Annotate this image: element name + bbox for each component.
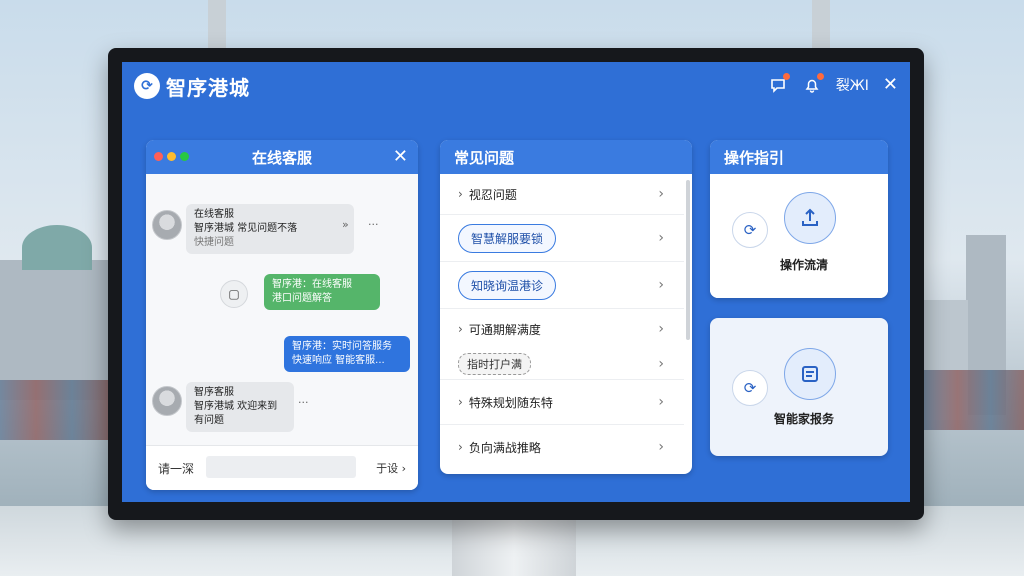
faq-list: › 视忍问题 › 智慧解服要锁 › 知晓询温港诊 › › 可通期解满度 › 指时… bbox=[440, 174, 684, 469]
faq-item[interactable]: › 特殊规划随东特 › bbox=[440, 380, 684, 425]
message-line: 有问题 bbox=[194, 415, 224, 426]
report-panel[interactable]: ⟳ 智能家报务 bbox=[710, 318, 888, 456]
notification-dot bbox=[782, 72, 790, 80]
chevron-right-icon: › bbox=[658, 439, 664, 455]
refresh-chat-icon: ⟳ bbox=[732, 212, 768, 248]
faq-item-label: 视忍问题 bbox=[468, 187, 517, 202]
guide-panel: 操作指引 ⟳ 操作流清 bbox=[710, 140, 888, 298]
chevron-right-icon: › bbox=[658, 394, 664, 410]
more-icon[interactable]: ··· bbox=[298, 396, 309, 409]
message-line: 港口问题解答 bbox=[272, 293, 332, 304]
chat-bubble-agent: 智序客服 智序港城 欢迎来到 有问题 bbox=[186, 382, 294, 432]
bell-icon[interactable] bbox=[802, 72, 824, 95]
faq-title: 常见问题 bbox=[454, 148, 515, 167]
message-line: 快捷问题 bbox=[194, 237, 234, 248]
chevron-right-icon: › bbox=[658, 277, 664, 293]
chat-input[interactable] bbox=[206, 456, 356, 478]
titlebar-actions: 裂ЖI ✕ bbox=[768, 72, 898, 95]
faq-tag: 指时打户满 bbox=[458, 353, 531, 375]
caret-icon: › bbox=[458, 187, 463, 201]
faq-item[interactable]: › 视忍问题 › bbox=[440, 174, 684, 215]
chevron-right-icon: › bbox=[658, 230, 664, 246]
background-containers-right bbox=[924, 370, 1024, 430]
agent-avatar bbox=[152, 386, 182, 416]
smart-report-label: 智能家报务 bbox=[774, 412, 835, 426]
message-icon[interactable] bbox=[768, 72, 790, 95]
faq-header: 常见问题 bbox=[440, 140, 692, 174]
user-label[interactable]: 裂ЖI bbox=[836, 75, 869, 95]
background-building bbox=[0, 260, 108, 400]
faq-item-label: 特殊规划随东特 bbox=[468, 395, 553, 410]
faq-item[interactable]: 智慧解服要锁 › bbox=[440, 215, 684, 262]
faq-pill: 智慧解服要锁 bbox=[458, 223, 557, 253]
message-line: 智序港：在线客服 bbox=[272, 279, 352, 290]
guide-body[interactable]: ⟳ 操作流清 bbox=[710, 174, 888, 298]
title-bar: ⟳ 智序港城 裂ЖI ✕ bbox=[122, 62, 910, 110]
notification-dot bbox=[816, 72, 824, 80]
refresh-report-icon: ⟳ bbox=[732, 370, 768, 406]
chat-input-row: 请一深 于设 › bbox=[146, 445, 418, 490]
faq-item[interactable]: 指时打户满 › bbox=[440, 349, 684, 380]
guide-header: 操作指引 bbox=[710, 140, 888, 174]
message-line: 智序港城 欢迎来到 bbox=[194, 401, 278, 412]
forward-icon[interactable]: » bbox=[342, 218, 349, 231]
background-dome bbox=[22, 225, 92, 270]
monitor-stand bbox=[452, 520, 576, 576]
message-line: 智序港城 常见问题不落 bbox=[194, 223, 298, 234]
agent-avatar bbox=[152, 210, 182, 240]
faq-item-label: 可通期解满度 bbox=[468, 322, 541, 337]
faq-item[interactable]: › 可通期解满度 › bbox=[440, 309, 684, 349]
chat-messages: 在线客服 智序港城 常见问题不落 快捷问题 » ··· ▢ 智序港：在线客服 港… bbox=[146, 174, 418, 446]
faq-scrollbar[interactable] bbox=[686, 180, 690, 340]
screen: ⟳ 智序港城 裂ЖI ✕ 在线客服 ✕ 在线客服 智序港城 常见问题不落 快捷问… bbox=[122, 62, 910, 502]
window-controls bbox=[154, 152, 189, 161]
square-icon[interactable]: ▢ bbox=[220, 280, 248, 308]
chat-bubble-agent: 在线客服 智序港城 常见问题不落 快捷问题 bbox=[186, 204, 354, 254]
app-title: 智序港城 bbox=[166, 75, 250, 100]
chat-panel: 在线客服 ✕ 在线客服 智序港城 常见问题不落 快捷问题 » ··· ▢ 智序港… bbox=[146, 140, 418, 490]
more-icon[interactable]: ··· bbox=[368, 218, 379, 231]
faq-pill: 知晓询温港诊 bbox=[458, 270, 557, 300]
operation-flow-label: 操作流清 bbox=[780, 258, 829, 272]
background-containers bbox=[0, 380, 108, 440]
chat-close-icon[interactable]: ✕ bbox=[393, 146, 408, 167]
faq-item-label: 负向满战推略 bbox=[468, 440, 541, 455]
message-line: 智序港：实时问答服务 bbox=[292, 341, 392, 352]
caret-icon: › bbox=[458, 322, 463, 336]
chat-title: 在线客服 bbox=[251, 148, 312, 167]
message-line: 智序客服 bbox=[194, 387, 234, 398]
close-icon[interactable]: ✕ bbox=[883, 74, 898, 95]
monitor: ⟳ 智序港城 裂ЖI ✕ 在线客服 ✕ 在线客服 智序港城 常见问题不落 快捷问… bbox=[108, 48, 924, 520]
window-minimize-dot[interactable] bbox=[167, 152, 176, 161]
send-button[interactable]: 于设 › bbox=[376, 460, 406, 476]
guide-title: 操作指引 bbox=[724, 148, 785, 167]
chevron-right-icon: › bbox=[658, 186, 664, 202]
message-line: 快速响应 智能客服... bbox=[292, 355, 385, 366]
window-close-dot[interactable] bbox=[154, 152, 163, 161]
chevron-right-icon: › bbox=[658, 356, 664, 372]
chat-bubble-user-green: 智序港：在线客服 港口问题解答 bbox=[264, 274, 380, 310]
caret-icon: › bbox=[458, 395, 463, 409]
chat-header: 在线客服 ✕ bbox=[146, 140, 418, 174]
caret-icon: › bbox=[458, 440, 463, 454]
faq-panel: 常见问题 › 视忍问题 › 智慧解服要锁 › 知晓询温港诊 › › 可通期解满度… bbox=[440, 140, 692, 474]
upload-icon bbox=[784, 192, 836, 244]
chat-input-label: 请一深 bbox=[158, 462, 195, 476]
window-maximize-dot[interactable] bbox=[180, 152, 189, 161]
faq-item[interactable]: › 负向满战推略 › bbox=[440, 425, 684, 469]
chat-bubble-user-blue: 智序港：实时问答服务 快速响应 智能客服... bbox=[284, 336, 410, 372]
faq-item[interactable]: 知晓询温港诊 › bbox=[440, 262, 684, 309]
report-icon bbox=[784, 348, 836, 400]
message-line: 在线客服 bbox=[194, 209, 234, 220]
app-logo-icon: ⟳ bbox=[134, 73, 160, 99]
chevron-right-icon: › bbox=[658, 321, 664, 337]
